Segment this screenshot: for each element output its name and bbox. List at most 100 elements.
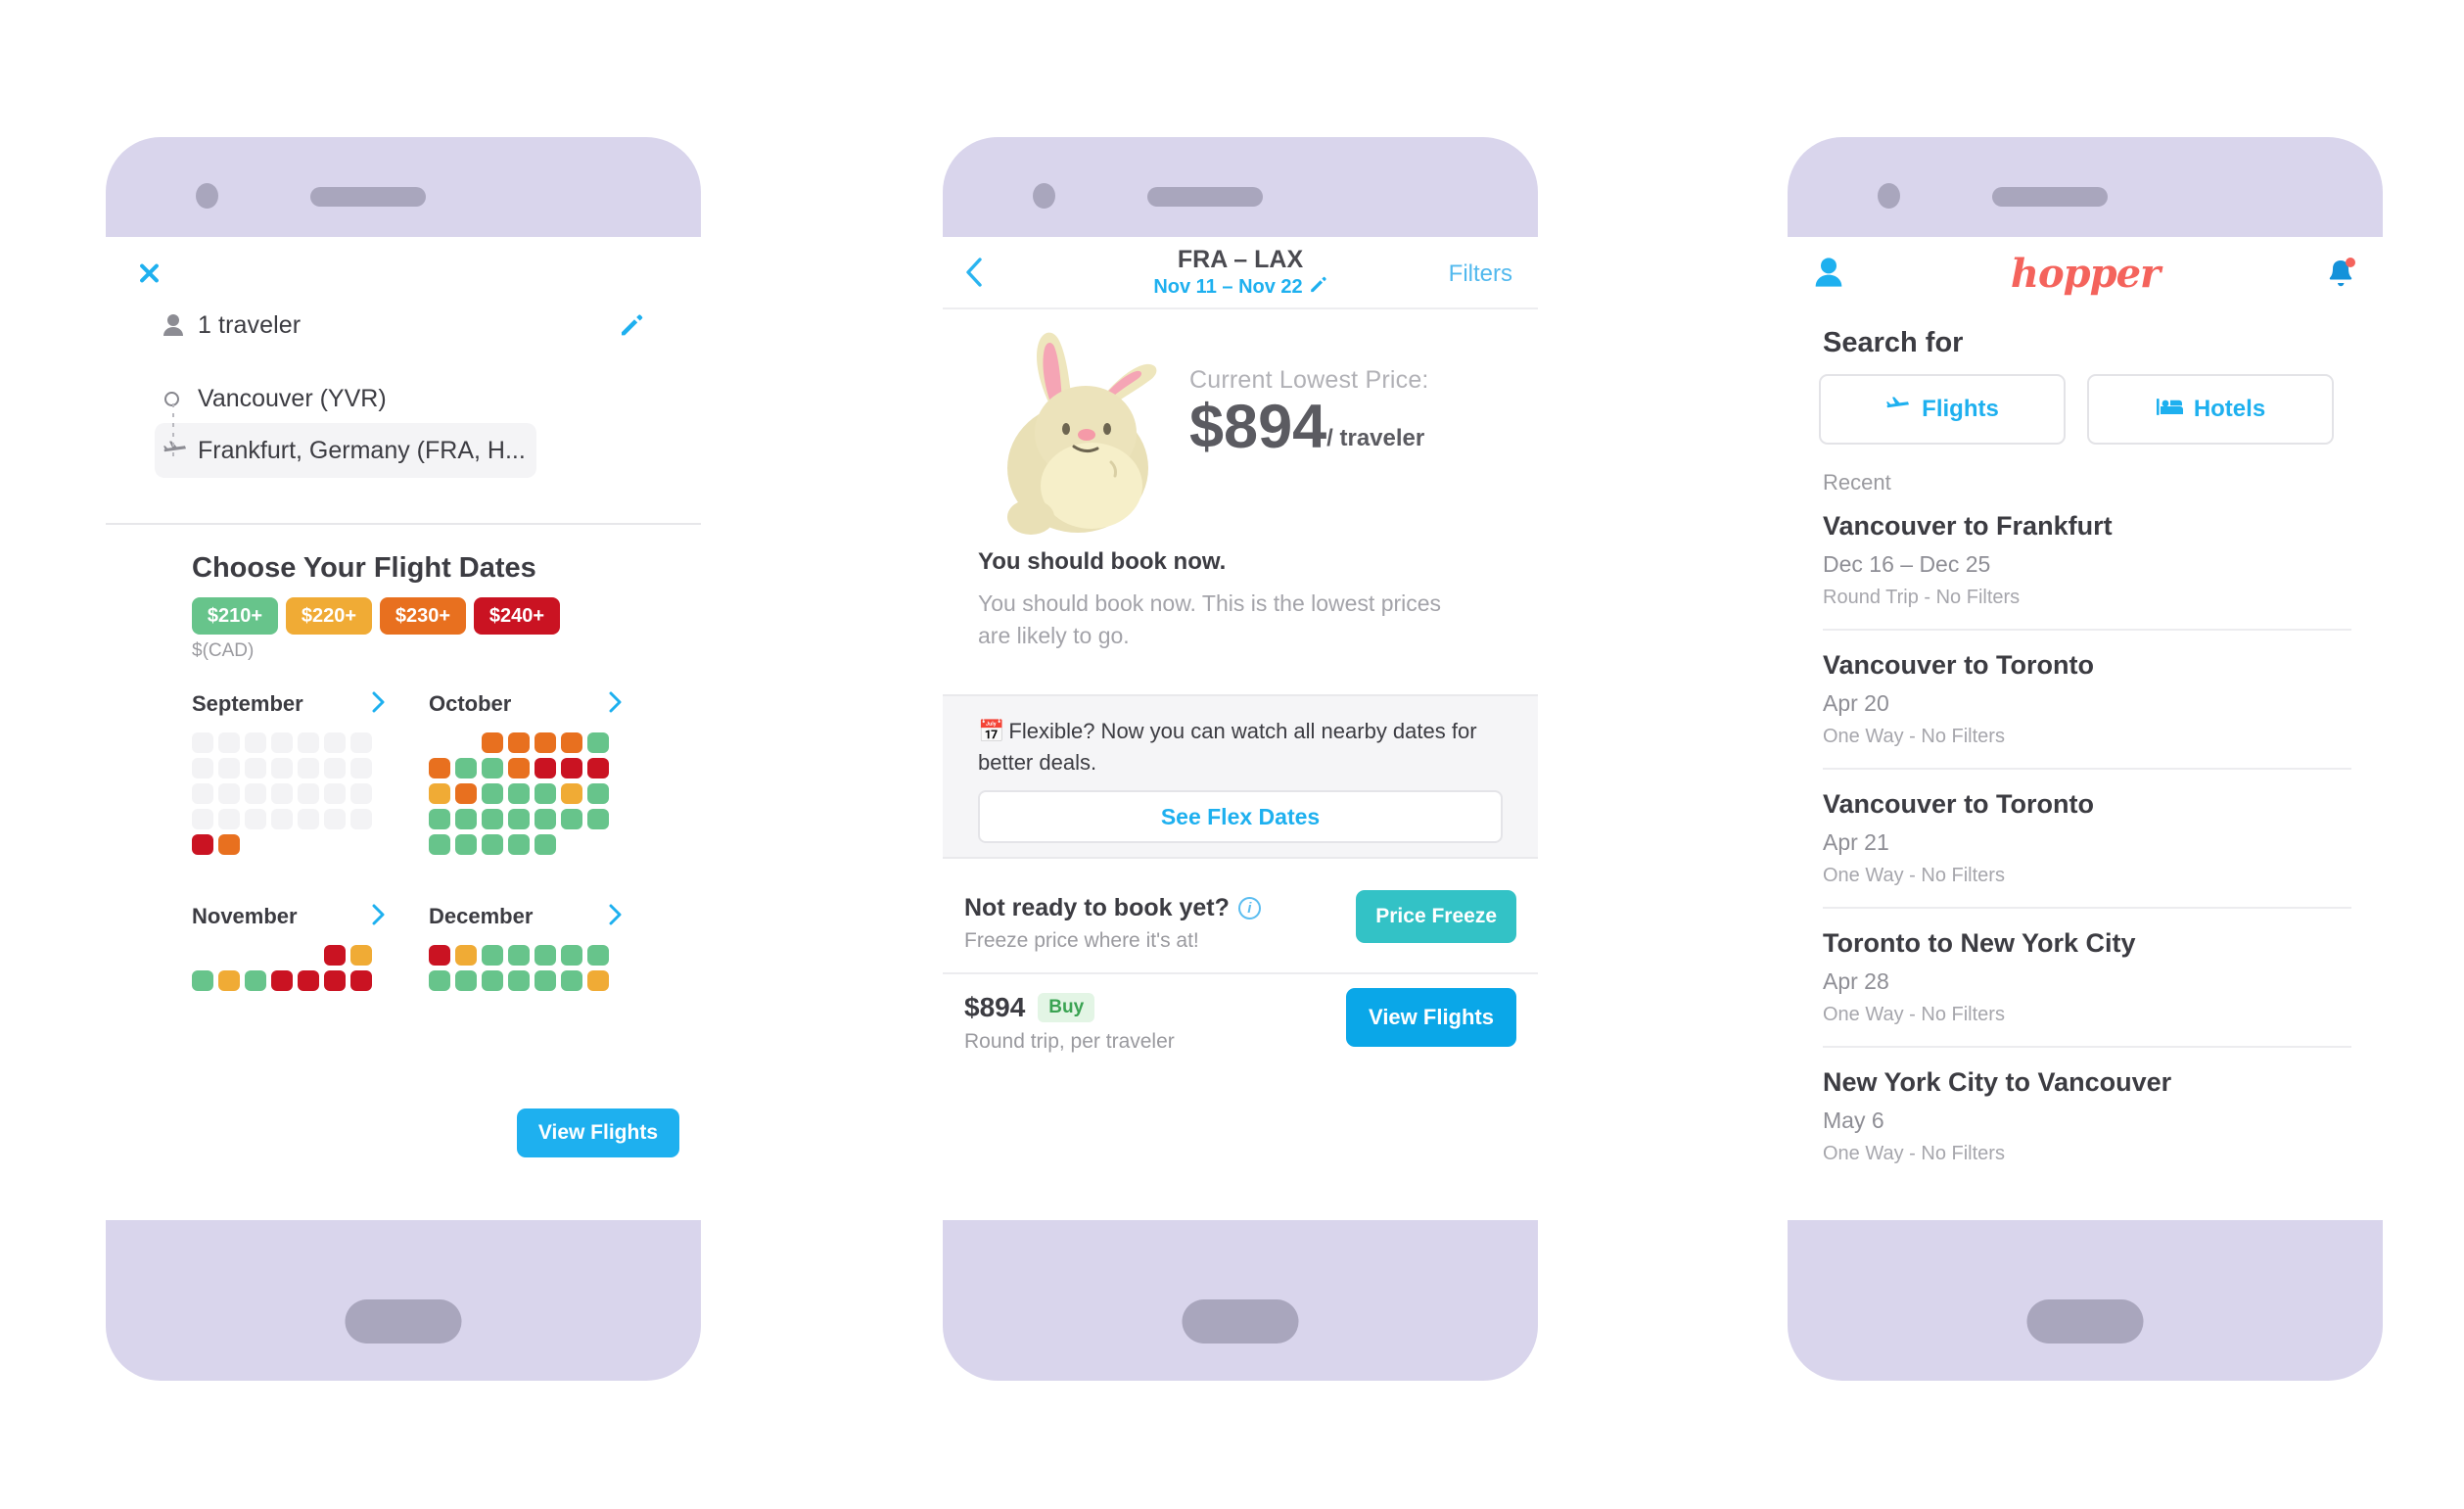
legend-pill: $220+ <box>286 597 372 635</box>
calendar-cell[interactable] <box>508 732 530 753</box>
calendar-cell <box>218 783 240 804</box>
calendar-cell[interactable] <box>350 945 372 966</box>
price-freeze-button[interactable]: Price Freeze <box>1356 890 1516 943</box>
calendar-cell[interactable] <box>298 970 319 991</box>
calendar-cell[interactable] <box>535 834 556 855</box>
calendar-cell[interactable] <box>561 783 582 804</box>
pencil-icon[interactable] <box>619 312 644 338</box>
close-icon[interactable] <box>134 259 163 288</box>
calendar-cell[interactable] <box>455 834 477 855</box>
calendar-cell[interactable] <box>587 945 609 966</box>
chevron-right-icon[interactable] <box>372 691 386 718</box>
home-button[interactable] <box>345 1299 462 1344</box>
calendar-cell[interactable] <box>429 809 450 829</box>
calendar-cell[interactable] <box>429 834 450 855</box>
calendar-cell[interactable] <box>561 809 582 829</box>
calendar-cell[interactable] <box>455 809 477 829</box>
recent-item-date: Apr 21 <box>1823 829 1889 855</box>
see-flex-dates-button[interactable]: See Flex Dates <box>978 790 1503 843</box>
calendar-cell[interactable] <box>482 945 503 966</box>
calendar-cell[interactable] <box>508 783 530 804</box>
calendar-cell[interactable] <box>508 970 530 991</box>
flex-description: 📅 Flexible? Now you can watch all nearby … <box>978 716 1497 778</box>
calendar-cell[interactable] <box>535 970 556 991</box>
destination-field[interactable]: Frankfurt, Germany (FRA, H... <box>155 423 536 478</box>
filters-button[interactable]: Filters <box>1449 260 1512 288</box>
calendar-cell[interactable] <box>192 834 213 855</box>
calendar-cell[interactable] <box>508 758 530 778</box>
calendar-cell[interactable] <box>350 970 372 991</box>
month-grid[interactable] <box>192 732 386 855</box>
calendar-cell <box>350 809 372 829</box>
calendar-cell[interactable] <box>429 758 450 778</box>
chevron-right-icon[interactable] <box>609 904 623 930</box>
calendar-cell <box>218 809 240 829</box>
calendar-cell[interactable] <box>429 945 450 966</box>
list-item[interactable]: Vancouver to Frankfurt Dec 16 – Dec 25 Rou… <box>1823 499 2351 629</box>
list-item[interactable]: Toronto to New York City Apr 28 One Way - … <box>1823 907 2351 1046</box>
view-flights-button[interactable]: View Flights <box>1346 988 1516 1047</box>
calendar-cell[interactable] <box>429 783 450 804</box>
calendar-cell[interactable] <box>561 758 582 778</box>
calendar-cell[interactable] <box>587 809 609 829</box>
calendar-cell[interactable] <box>482 758 503 778</box>
calendar-cell[interactable] <box>455 783 477 804</box>
calendar-cell[interactable] <box>535 945 556 966</box>
home-button[interactable] <box>2026 1299 2144 1344</box>
calendar-cell[interactable] <box>587 783 609 804</box>
calendar-cell[interactable] <box>482 732 503 753</box>
list-item[interactable]: Vancouver to Toronto Apr 20 One Way - No F… <box>1823 629 2351 768</box>
list-item[interactable]: New York City to Vancouver May 6 One Way -… <box>1823 1046 2351 1185</box>
month-grid[interactable] <box>429 732 623 855</box>
calendar-cell[interactable] <box>508 834 530 855</box>
month-grid[interactable] <box>192 945 386 991</box>
calendar-cell[interactable] <box>455 945 477 966</box>
calendar-cell[interactable] <box>218 834 240 855</box>
calendar-cell[interactable] <box>587 758 609 778</box>
calendar-cell[interactable] <box>535 809 556 829</box>
calendar-cell[interactable] <box>508 945 530 966</box>
search-hotels-button[interactable]: Hotels <box>2087 374 2334 445</box>
month-grid[interactable] <box>429 945 623 991</box>
calendar-cell[interactable] <box>455 758 477 778</box>
date-range-button[interactable]: Nov 11 – Nov 22 <box>1153 275 1326 300</box>
calendar-cell[interactable] <box>535 758 556 778</box>
buy-price: $894 <box>964 992 1026 1022</box>
chevron-right-icon[interactable] <box>609 691 623 718</box>
calendar-cell[interactable] <box>508 809 530 829</box>
calendar-cell[interactable] <box>245 970 266 991</box>
calendar-cell[interactable] <box>192 970 213 991</box>
chevron-left-icon[interactable] <box>964 257 992 290</box>
calendar-cell[interactable] <box>561 945 582 966</box>
traveler-row[interactable]: 1 traveler <box>163 307 644 343</box>
person-icon[interactable] <box>1813 257 1846 290</box>
price-caption: Current Lowest Price: <box>1189 366 1429 394</box>
origin-field[interactable]: Vancouver (YVR) <box>163 374 652 423</box>
calendar-cell[interactable] <box>324 945 346 966</box>
calendar-cell-blank <box>587 834 609 855</box>
list-item[interactable]: Vancouver to Toronto Apr 21 One Way - No F… <box>1823 768 2351 907</box>
calendar-cell[interactable] <box>561 970 582 991</box>
calendar-cell[interactable] <box>482 809 503 829</box>
notification-bell-icon[interactable] <box>2322 255 2357 290</box>
chevron-right-icon[interactable] <box>372 904 386 930</box>
calendar-cell[interactable] <box>535 732 556 753</box>
calendar-cell[interactable] <box>324 970 346 991</box>
calendar-cell[interactable] <box>482 783 503 804</box>
calendar-cell[interactable] <box>271 970 293 991</box>
info-icon[interactable]: i <box>1237 897 1261 920</box>
calendar-cell[interactable] <box>455 970 477 991</box>
calendar-cell[interactable] <box>482 970 503 991</box>
calendar-cell[interactable] <box>561 732 582 753</box>
recent-item-meta: One Way - No Filters <box>1823 1143 2005 1164</box>
calendar-cell[interactable] <box>587 732 609 753</box>
calendar-cell[interactable] <box>535 783 556 804</box>
calendar-cell[interactable] <box>482 834 503 855</box>
calendar-cell[interactable] <box>218 970 240 991</box>
circle-icon <box>163 391 198 406</box>
calendar-cell[interactable] <box>587 970 609 991</box>
view-flights-button[interactable]: View Flights <box>516 1108 679 1157</box>
calendar-cell[interactable] <box>429 970 450 991</box>
home-button[interactable] <box>1182 1299 1299 1344</box>
search-flights-button[interactable]: Flights <box>1819 374 2066 445</box>
